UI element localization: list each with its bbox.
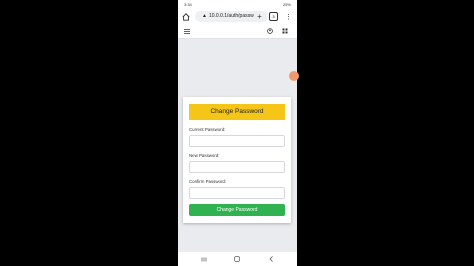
grid-icon[interactable]: [281, 27, 289, 35]
back-icon[interactable]: [267, 255, 275, 263]
battery-level: 25%: [282, 2, 291, 7]
change-password-button[interactable]: Change Password: [189, 204, 285, 216]
site-app-bar: [178, 24, 297, 39]
account-icon[interactable]: [266, 27, 274, 35]
new-password-input[interactable]: [189, 161, 285, 173]
current-password-input[interactable]: [189, 135, 285, 147]
confirm-password-input[interactable]: [189, 187, 285, 199]
new-password-label: New Password:: [189, 153, 220, 158]
current-password-label: Current Password:: [189, 127, 226, 132]
tab-count-button[interactable]: 3: [269, 12, 278, 21]
home-icon[interactable]: [181, 12, 190, 21]
phone-screen: 3:34 25% ▲ 10.0.0.1/auth/passw + 3 ⋮ Chan…: [178, 0, 297, 266]
change-password-card: Change Password Current Password: New Pa…: [183, 97, 291, 223]
status-time: 3:34: [184, 2, 192, 7]
url-text: 10.0.0.1/auth/passw: [208, 13, 254, 19]
more-menu-icon[interactable]: ⋮: [284, 12, 293, 21]
floating-overlay-bubble[interactable]: [289, 71, 299, 81]
status-bar: 3:34 25%: [178, 0, 297, 9]
android-nav-bar: [178, 252, 297, 266]
confirm-password-label: Confirm Password:: [189, 179, 227, 184]
recent-apps-icon[interactable]: [200, 255, 208, 263]
hamburger-menu-icon[interactable]: [183, 27, 191, 35]
browser-toolbar: ▲ 10.0.0.1/auth/passw + 3 ⋮: [178, 9, 297, 24]
form-title: Change Password: [189, 104, 285, 120]
warning-icon: ▲: [202, 13, 207, 19]
new-tab-icon[interactable]: +: [255, 12, 264, 21]
home-nav-icon[interactable]: [233, 255, 241, 263]
